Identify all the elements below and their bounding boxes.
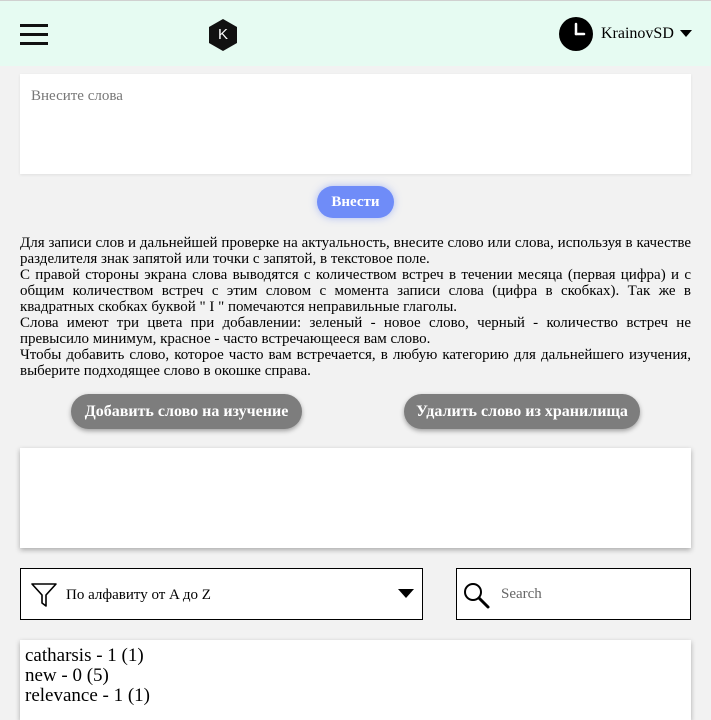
hamburger-menu-icon[interactable] — [20, 24, 48, 46]
words-list: catharsis - 1 (1) new - 0 (5) relevance … — [20, 640, 691, 720]
menu-line — [20, 24, 48, 27]
menu-line — [20, 42, 48, 45]
instructions-text: Для записи слов и дальнейшей проверке на… — [20, 235, 691, 379]
instructions-paragraph: С правой стороны экрана слова выводятся … — [20, 267, 691, 315]
menu-line — [20, 33, 48, 36]
clock-avatar-icon — [559, 17, 593, 51]
search-box — [456, 568, 691, 620]
logo[interactable]: K — [207, 18, 239, 52]
username: KrainovSD — [601, 25, 674, 42]
word-list-item[interactable]: new - 0 (5) — [25, 666, 686, 686]
sort-selected-label: По алфавиту от A до Z — [66, 587, 211, 603]
selection-panel — [20, 448, 691, 548]
search-input[interactable] — [497, 579, 685, 609]
instructions-paragraph: Слова имеют три цвета при добавлении: зе… — [20, 315, 691, 347]
delete-from-storage-button[interactable]: Удалить слово из хранилища — [404, 394, 640, 429]
caret-down-icon[interactable] — [680, 30, 692, 37]
word-input-panel — [20, 74, 691, 174]
word-list-item[interactable]: relevance - 1 (1) — [25, 686, 686, 706]
word-input[interactable] — [20, 74, 691, 174]
submit-words-button[interactable]: Внести — [317, 186, 394, 218]
sort-select[interactable]: По алфавиту от A до Z — [20, 568, 423, 620]
triangle-down-icon — [398, 589, 414, 598]
instructions-paragraph: Для записи слов и дальнейшей проверке на… — [20, 235, 691, 267]
funnel-filter-icon — [31, 583, 57, 607]
logo-letter: K — [217, 26, 228, 43]
top-navbar: K KrainovSD — [0, 0, 711, 66]
add-to-study-button[interactable]: Добавить слово на изучение — [71, 394, 302, 429]
magnifier-search-icon[interactable] — [461, 580, 491, 610]
instructions-paragraph: Чтобы добавить слово, которое часто вам … — [20, 347, 691, 379]
word-list-item[interactable]: catharsis - 1 (1) — [25, 646, 686, 666]
